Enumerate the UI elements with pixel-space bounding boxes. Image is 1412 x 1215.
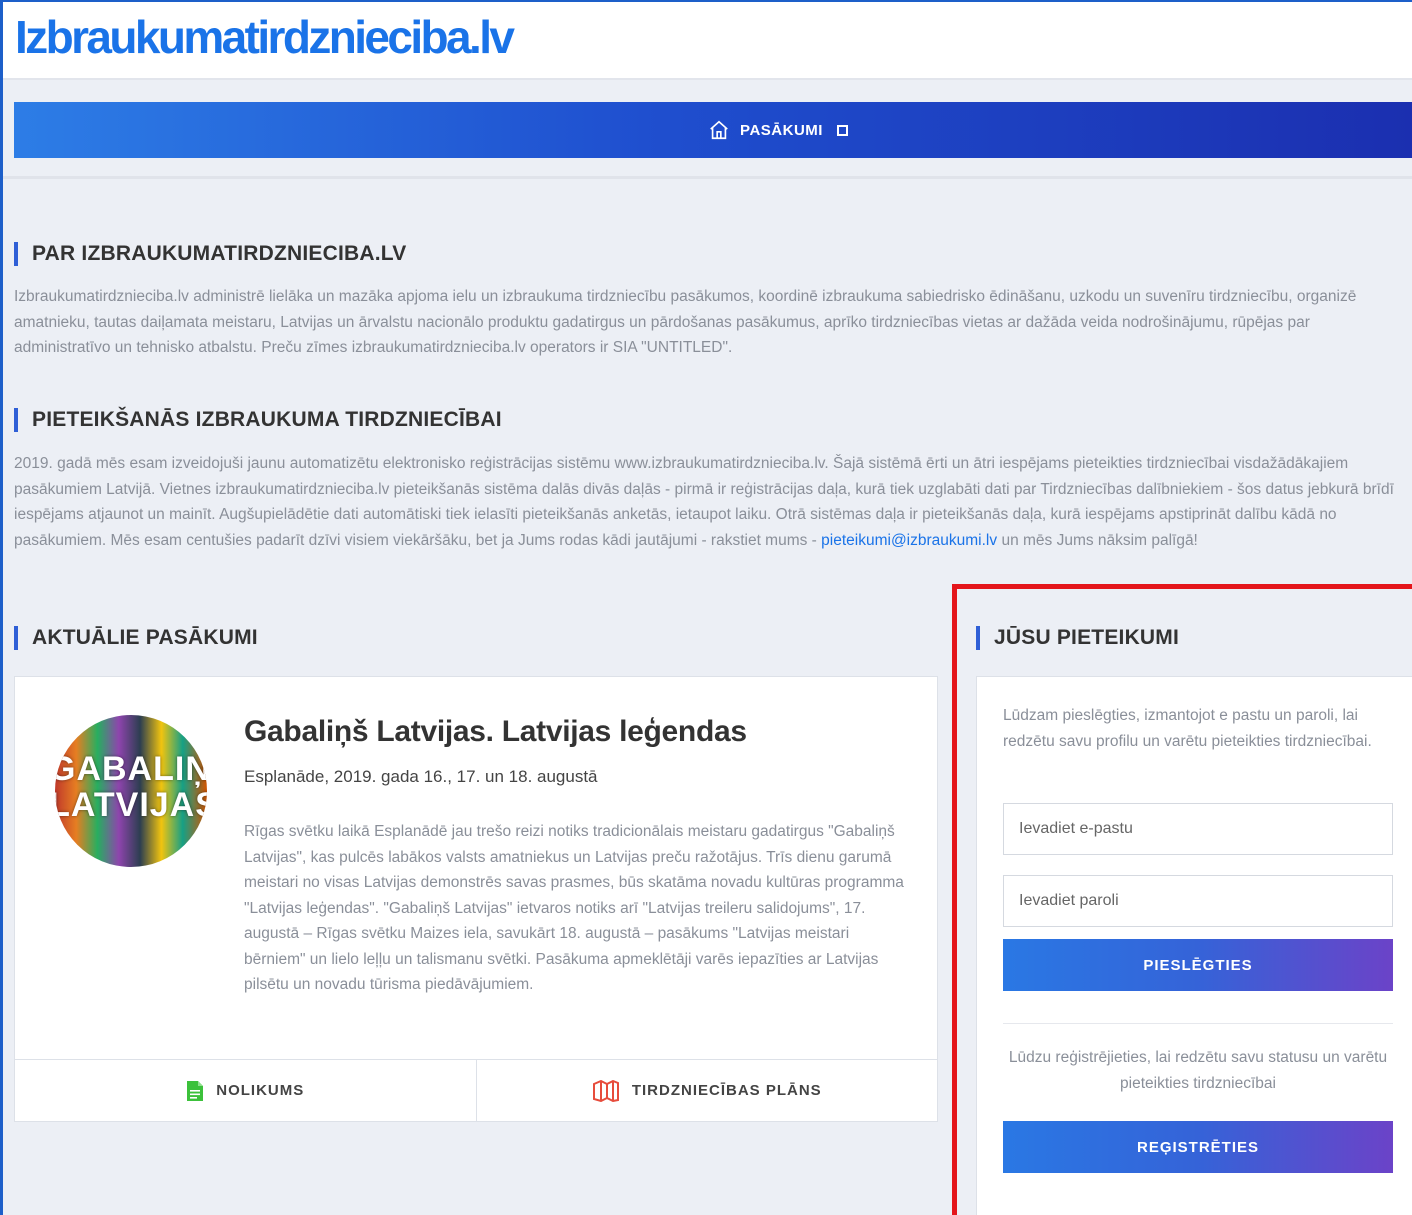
trade-plan-button[interactable]: TIRDZNIECĪBAS PLĀNS (475, 1060, 938, 1121)
home-icon (710, 120, 728, 140)
login-button[interactable]: PIESLĒGTIES (1003, 939, 1393, 991)
window-left-border (0, 0, 3, 1215)
dropdown-square-icon (836, 124, 848, 136)
nav-item-label: PASĀKUMI (740, 121, 823, 139)
login-instructions: Lūdzam pieslēgties, izmantojot e pastu u… (1003, 707, 1372, 750)
signup-section-title: PIETEIKŠANĀS IZBRAUKUMA TIRDZNIECĪBAI (14, 408, 502, 432)
contact-email-link[interactable]: pieteikumi@izbraukumi.lv (821, 532, 997, 549)
site-logo[interactable]: Izbraukumatirdznieciba.lv (15, 10, 515, 64)
trade-plan-label: TIRDZNIECĪBAS PLĀNS (631, 1082, 822, 1099)
rules-button[interactable]: NOLIKUMS (15, 1060, 476, 1121)
about-section-title: PAR IZBRAUKUMATIRDZNIECIBA.LV (14, 242, 406, 266)
register-button[interactable]: REĢISTRĒTIES (1003, 1121, 1393, 1173)
rules-label: NOLIKUMS (216, 1082, 305, 1099)
password-field[interactable] (1003, 875, 1393, 927)
signup-text-end: un mēs Jums nāksim palīgā! (1001, 531, 1198, 549)
event-image[interactable]: GABALIŅŠ LATVIJAS (55, 715, 207, 867)
nav-item-pasakumi[interactable]: PASĀKUMI (708, 119, 848, 141)
event-image-text: GABALIŅŠ LATVIJAS (55, 750, 207, 824)
events-section-title: AKTUĀLIE PASĀKUMI (14, 626, 258, 650)
event-description: Rīgas svētku laikā Esplanādē jau trešo r… (244, 823, 904, 993)
register-instructions: Lūdzu reģistrējieties, lai redzētu savu … (1008, 1049, 1388, 1092)
event-title[interactable]: Gabaliņš Latvijas. Latvijas leģendas (244, 715, 747, 749)
divider (1003, 1023, 1393, 1024)
email-field[interactable] (1003, 803, 1393, 855)
navbar-divider (3, 176, 1412, 179)
event-actions: NOLIKUMS TIRDZNIECĪBAS PLĀNS (15, 1059, 937, 1121)
site-header: Izbraukumatirdznieciba.lv (3, 2, 1412, 80)
event-subtitle: Esplanāde, 2019. gada 16., 17. un 18. au… (244, 767, 598, 786)
signup-text: 2019. gadā mēs esam izveidojuši jaunu au… (14, 451, 1404, 553)
account-section-title: JŪSU PIETEIKUMI (976, 626, 1179, 650)
event-card: GABALIŅŠ LATVIJAS Gabaliņš Latvijas. Lat… (14, 676, 938, 1122)
login-card: Lūdzam pieslēgties, izmantojot e pastu u… (976, 676, 1412, 1215)
about-text: Izbraukumatirdznieciba.lv administrē lie… (14, 288, 1357, 356)
main-navbar: PASĀKUMI (14, 102, 1412, 158)
map-icon (592, 1079, 619, 1102)
document-icon (187, 1080, 204, 1101)
